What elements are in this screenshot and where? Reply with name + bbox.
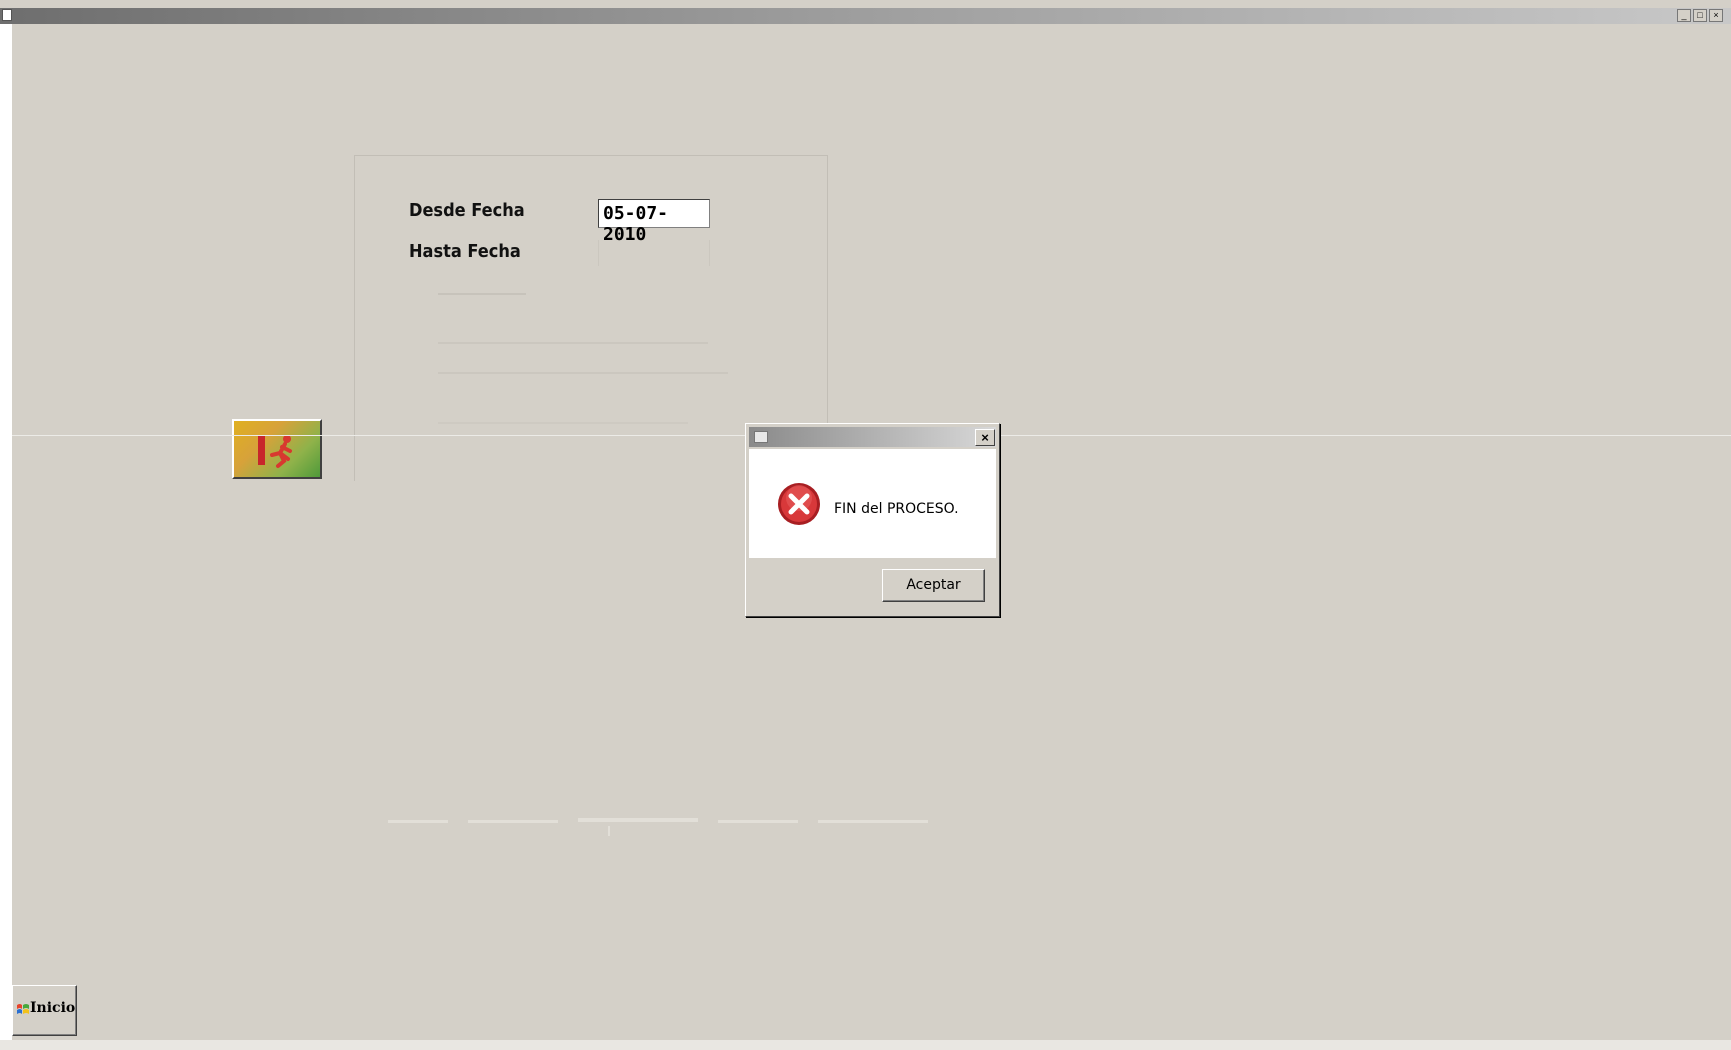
dialog-message: FIN del PROCESO. xyxy=(834,501,959,517)
start-button[interactable]: Inicio xyxy=(12,985,77,1036)
dialog-title-bar: × xyxy=(749,427,996,447)
desde-fecha-label: Desde Fecha xyxy=(409,200,525,221)
maximize-button[interactable]: □ xyxy=(1693,9,1707,22)
error-icon xyxy=(778,483,820,525)
bottom-border xyxy=(0,1040,1731,1050)
dialog-body: FIN del PROCESO. xyxy=(749,449,996,558)
faded-text-artifact xyxy=(388,818,928,836)
dialog-app-icon xyxy=(754,431,768,443)
faint-line xyxy=(438,293,526,295)
desde-fecha-input[interactable]: 05-07-2010 xyxy=(598,199,710,245)
faint-line xyxy=(438,342,708,344)
minimize-button[interactable]: _ xyxy=(1677,9,1691,22)
faint-line xyxy=(438,422,688,424)
exit-button[interactable] xyxy=(232,419,322,479)
dialog-close-button[interactable]: × xyxy=(975,429,995,446)
window-title-bar: _ □ × xyxy=(0,8,1731,24)
aceptar-button[interactable]: Aceptar xyxy=(882,569,985,602)
close-window-button[interactable]: × xyxy=(1709,9,1723,22)
left-border xyxy=(0,24,12,1050)
windows-logo-icon xyxy=(17,1004,29,1014)
hasta-fecha-input[interactable] xyxy=(598,240,710,266)
message-dialog: × FIN del PROCESO. Aceptar xyxy=(745,423,1000,617)
exit-door-running-man-icon xyxy=(258,435,292,468)
hasta-fecha-label: Hasta Fecha xyxy=(409,241,521,262)
app-icon xyxy=(2,9,12,21)
faint-line xyxy=(438,372,728,374)
start-label: Inicio xyxy=(30,1000,76,1016)
